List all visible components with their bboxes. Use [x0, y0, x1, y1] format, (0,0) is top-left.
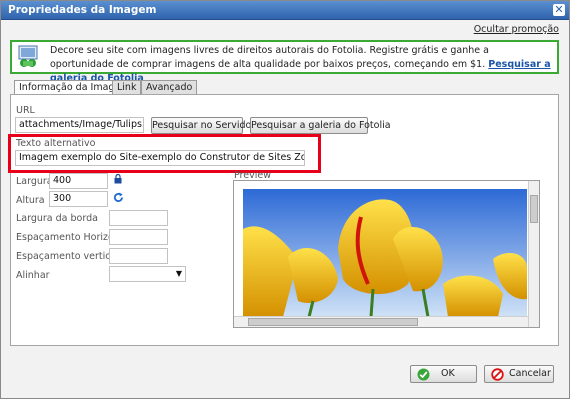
border-width-label: Largura da borda [16, 213, 98, 224]
align-label: Alinhar [16, 270, 50, 281]
lock-icon[interactable] [114, 174, 122, 184]
vspace-input[interactable] [109, 248, 168, 264]
hspace-input[interactable] [109, 229, 168, 245]
height-input[interactable]: 300 [49, 191, 108, 207]
dialog-titlebar[interactable]: Propriedades da Imagem ✕ [1, 1, 569, 20]
border-width-input[interactable] [109, 210, 168, 226]
height-label: Altura [16, 195, 45, 206]
url-input[interactable]: attachments/Image/Tulips.jpg [15, 117, 144, 133]
width-label: Largura [16, 176, 53, 187]
tulips-image [243, 189, 527, 317]
cancel-icon [491, 368, 504, 381]
preview-vertical-scrollbar[interactable] [528, 181, 539, 327]
promo-message: Decore seu site com imagens livres de di… [50, 45, 489, 70]
tab-link[interactable]: Link [112, 80, 142, 95]
scroll-thumb-horizontal[interactable] [248, 318, 418, 326]
scroll-thumb[interactable] [530, 195, 538, 223]
align-select[interactable]: ▼ [109, 266, 186, 282]
check-icon [417, 368, 430, 381]
preview-horizontal-scrollbar[interactable] [234, 316, 528, 327]
fotolia-promo-banner: Decore seu site com imagens livres de di… [10, 40, 559, 84]
image-preview[interactable] [233, 180, 540, 328]
browse-fotolia-button[interactable]: Pesquisar a galeria do Fotolia [250, 117, 391, 134]
fotolia-icon [18, 45, 38, 67]
dialog-title: Propriedades da Imagem [8, 4, 157, 16]
chevron-down-icon: ▼ [175, 269, 182, 278]
reset-size-icon[interactable] [113, 192, 124, 203]
image-properties-dialog: Propriedades da Imagem ✕ Ocultar promoçã… [0, 0, 570, 399]
browse-server-button[interactable]: Pesquisar no Servidor [151, 117, 255, 134]
alt-text-highlight [8, 134, 321, 173]
width-input[interactable]: 400 [49, 173, 108, 189]
vspace-label: Espaçamento vertical [16, 251, 119, 262]
cancel-button[interactable]: Cancelar [484, 365, 554, 383]
close-icon[interactable]: ✕ [553, 4, 565, 16]
tab-advanced[interactable]: Avançado [141, 80, 198, 95]
ok-button[interactable]: OK [410, 365, 477, 383]
hide-promo-link[interactable]: Ocultar promoção [474, 24, 559, 35]
cancel-label: Cancelar [509, 368, 551, 379]
ok-label: OK [441, 368, 455, 379]
url-label: URL [16, 105, 35, 116]
